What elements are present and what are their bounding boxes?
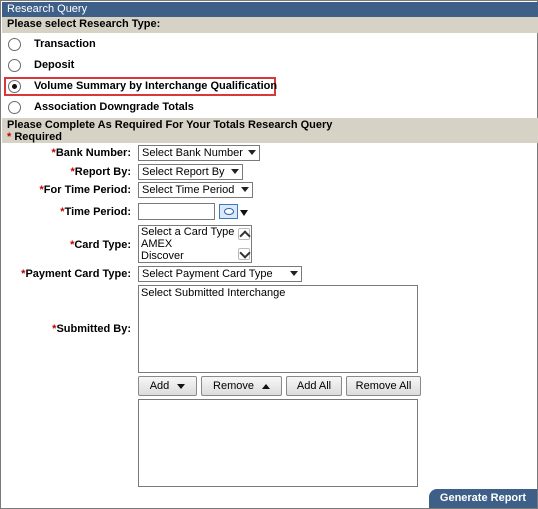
select-value: Select Report By: [142, 166, 225, 178]
time-period-input[interactable]: [138, 203, 215, 220]
chevron-down-icon: [290, 271, 298, 276]
card-type-listbox[interactable]: Select a Card Type AMEX Discover: [138, 225, 252, 263]
radio-button-selected[interactable]: [8, 79, 21, 93]
select-value: Select Time Period: [142, 184, 235, 196]
card-type-option[interactable]: Select a Card Type: [139, 226, 251, 238]
label-text: For Time Period:: [43, 184, 131, 196]
calendar-dropdown-arrow-icon[interactable]: [240, 210, 248, 216]
bank-number-label: *Bank Number:: [52, 147, 131, 159]
label-text: Bank Number:: [55, 147, 131, 159]
research-type-heading: Please select Research Type:: [2, 17, 538, 33]
payment-card-type-select[interactable]: Select Payment Card Type: [138, 266, 302, 282]
selected-interchange-listbox[interactable]: [138, 399, 418, 487]
required-note-line: * Required: [7, 131, 538, 143]
radio-label: Deposit: [34, 59, 75, 71]
scroll-down-icon[interactable]: [238, 248, 250, 260]
required-note: Required: [11, 131, 63, 143]
radio-label: Association Downgrade Totals: [34, 101, 194, 113]
add-all-button[interactable]: Add All: [286, 376, 342, 396]
select-value: Select Payment Card Type: [142, 268, 273, 280]
add-button[interactable]: Add: [138, 376, 197, 396]
label-text: Report By:: [74, 166, 131, 178]
arrow-up-icon: [261, 383, 270, 389]
button-label: Add: [149, 380, 170, 392]
calendar-icon[interactable]: [219, 204, 238, 219]
label-text: Payment Card Type:: [25, 268, 131, 280]
card-type-option[interactable]: AMEX: [139, 238, 251, 250]
radio-button[interactable]: [8, 37, 21, 51]
remove-button[interactable]: Remove: [201, 376, 282, 396]
for-time-period-label: *For Time Period:: [40, 184, 131, 196]
label-text: Card Type:: [74, 239, 131, 251]
chevron-down-icon: [231, 169, 239, 174]
button-label: Remove: [213, 380, 254, 392]
radio-option-deposit[interactable]: Deposit: [8, 57, 74, 73]
research-query-panel: Research Query Please select Research Ty…: [0, 0, 538, 509]
panel-title: Research Query: [2, 2, 538, 17]
radio-button[interactable]: [8, 58, 21, 72]
submitted-by-listbox[interactable]: Select Submitted Interchange: [138, 285, 418, 373]
chevron-down-icon: [241, 187, 249, 192]
label-text: Time Period:: [64, 206, 131, 218]
label-text: Submitted By:: [56, 323, 131, 335]
payment-card-type-label: *Payment Card Type:: [21, 268, 131, 280]
chevron-down-icon: [248, 150, 256, 155]
time-period-label: *Time Period:: [60, 206, 131, 218]
report-by-select[interactable]: Select Report By: [138, 164, 243, 180]
radio-button[interactable]: [8, 100, 21, 114]
submitted-by-label: *Submitted By:: [52, 323, 131, 335]
report-by-label: *Report By:: [70, 166, 131, 178]
arrow-down-icon: [177, 383, 186, 389]
generate-report-button[interactable]: Generate Report: [429, 489, 537, 508]
select-value: Select Bank Number: [142, 147, 243, 159]
submitted-by-option[interactable]: Select Submitted Interchange: [139, 286, 417, 299]
scroll-up-icon[interactable]: [238, 228, 250, 240]
form-heading-block: Please Complete As Required For Your Tot…: [2, 118, 538, 143]
card-type-label: *Card Type:: [70, 239, 131, 251]
card-type-scrollbar[interactable]: [236, 226, 251, 262]
form-heading: Please Complete As Required For Your Tot…: [7, 119, 333, 131]
remove-all-button[interactable]: Remove All: [346, 376, 421, 396]
radio-label: Transaction: [34, 38, 96, 50]
radio-option-transaction[interactable]: Transaction: [8, 36, 96, 52]
bank-number-select[interactable]: Select Bank Number: [138, 145, 260, 161]
radio-label: Volume Summary by Interchange Qualificat…: [34, 80, 278, 92]
radio-option-volume-summary[interactable]: Volume Summary by Interchange Qualificat…: [8, 78, 277, 94]
radio-option-association-downgrade[interactable]: Association Downgrade Totals: [8, 99, 194, 115]
card-type-option[interactable]: Discover: [139, 250, 251, 262]
time-period-select[interactable]: Select Time Period: [138, 182, 253, 198]
calendar-icon-glyph: [224, 208, 234, 215]
